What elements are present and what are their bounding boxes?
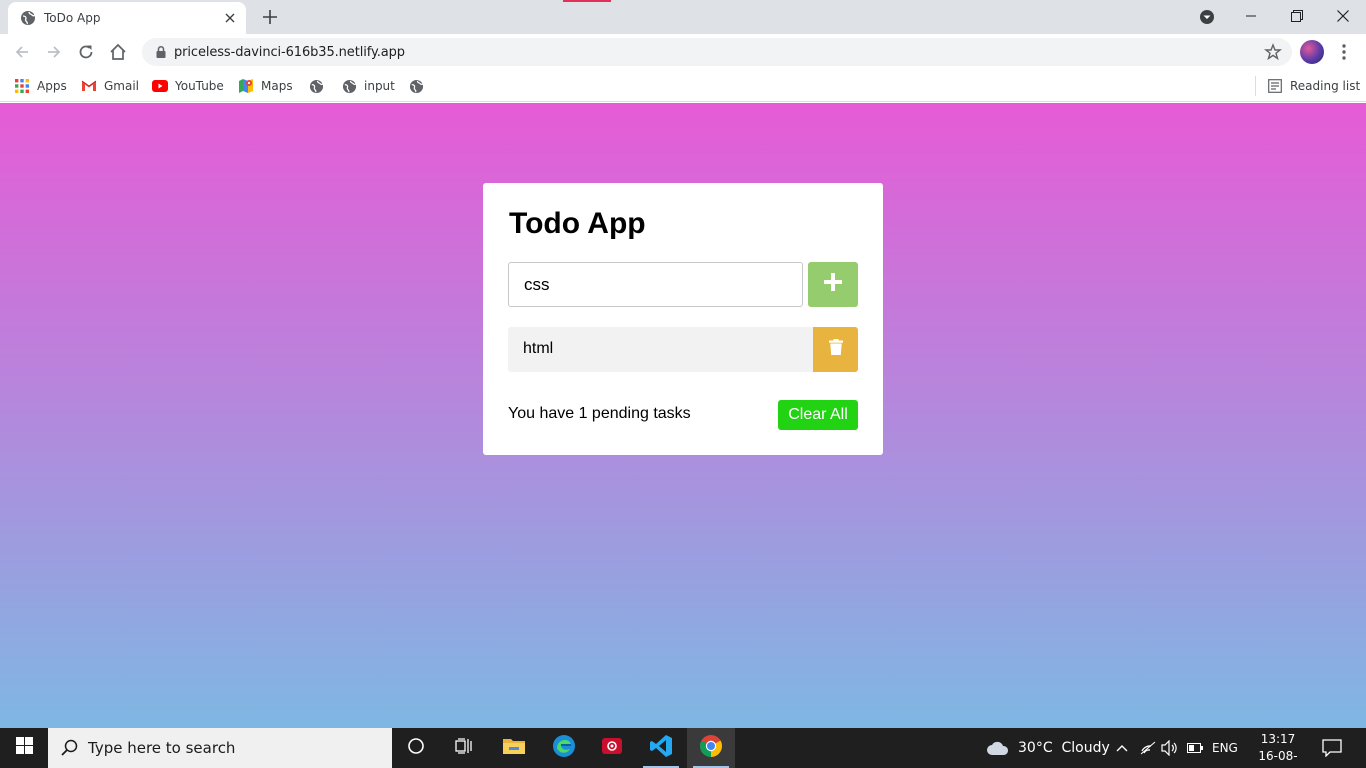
tab-todo-app[interactable]: ToDo App — [8, 2, 246, 34]
minimize-button[interactable] — [1228, 0, 1274, 32]
gmail-icon — [81, 78, 97, 94]
app-title: Todo App — [509, 207, 646, 240]
recorder-icon — [601, 736, 623, 761]
language-indicator[interactable]: ENG — [1212, 728, 1238, 768]
task-view-button[interactable] — [440, 728, 488, 768]
todo-item[interactable]: html — [508, 327, 858, 372]
close-window-button[interactable] — [1320, 0, 1366, 32]
pending-tasks-text: You have 1 pending tasks — [508, 405, 691, 422]
windows-logo-icon — [15, 737, 33, 759]
bookmark-gmail[interactable]: Gmail — [81, 76, 139, 96]
reading-list-icon — [1267, 78, 1283, 94]
todo-item-text: html — [523, 340, 554, 357]
bookmark-globe-2[interactable] — [408, 76, 431, 96]
cortana-icon — [407, 737, 425, 760]
more-menu-icon[interactable] — [1336, 40, 1352, 64]
clock-time: 13:17 — [1260, 732, 1296, 746]
network-status[interactable] — [1139, 728, 1157, 768]
url-text: priceless-davinci-616b35.netlify.app — [174, 45, 405, 60]
address-bar[interactable]: priceless-davinci-616b35.netlify.app — [142, 38, 1292, 66]
task-view-icon — [455, 737, 473, 759]
notification-icon — [1322, 739, 1342, 757]
show-hidden-icons[interactable] — [1116, 728, 1128, 768]
browser-toolbar: priceless-davinci-616b35.netlify.app — [0, 34, 1366, 70]
bookmark-label: input — [364, 79, 395, 93]
globe-icon — [20, 10, 36, 26]
new-tab-button[interactable] — [259, 6, 281, 28]
bookmark-label: Apps — [37, 79, 67, 93]
chevron-up-icon — [1116, 744, 1128, 752]
bookmark-label: YouTube — [175, 79, 224, 93]
notifications-button[interactable] — [1322, 728, 1342, 768]
back-button[interactable] — [10, 40, 34, 64]
reading-list-label: Reading list — [1290, 79, 1361, 93]
bookmark-input[interactable]: input — [341, 76, 395, 96]
chrome-icon — [699, 734, 723, 763]
home-button[interactable] — [106, 40, 130, 64]
todo-card: Todo App html You have 1 pending tasks C… — [483, 183, 883, 455]
wifi-icon — [1139, 741, 1157, 755]
globe-icon — [341, 78, 357, 94]
file-explorer-app[interactable] — [490, 728, 538, 768]
youtube-icon — [152, 78, 168, 94]
bookmark-globe-1[interactable] — [308, 76, 331, 96]
tab-title: ToDo App — [44, 11, 101, 25]
chrome-app[interactable] — [687, 728, 735, 768]
bookmark-label: Maps — [261, 79, 293, 93]
edge-icon — [552, 734, 576, 763]
system-clock[interactable]: 13:17 16-08-2021 — [1250, 731, 1306, 768]
screen-recorder-app[interactable] — [588, 728, 636, 768]
start-button[interactable] — [0, 728, 48, 768]
close-tab-icon[interactable] — [222, 10, 238, 26]
bookmark-maps[interactable]: Maps — [238, 76, 293, 96]
speaker-icon — [1161, 740, 1179, 756]
delete-task-button[interactable] — [813, 327, 858, 372]
vscode-app[interactable] — [637, 728, 685, 768]
weather-widget[interactable]: 30°C Cloudy — [986, 728, 1110, 768]
edge-app[interactable] — [540, 728, 588, 768]
bookmark-youtube[interactable]: YouTube — [152, 76, 224, 96]
maps-icon — [238, 78, 254, 94]
task-input[interactable] — [508, 262, 803, 307]
trash-icon — [828, 339, 843, 360]
clear-all-button[interactable]: Clear All — [778, 400, 858, 430]
lock-icon[interactable] — [154, 45, 168, 59]
search-placeholder: Type here to search — [88, 739, 236, 757]
globe-icon — [408, 78, 424, 94]
bookmark-apps[interactable]: Apps — [14, 76, 67, 96]
forward-button[interactable] — [42, 40, 66, 64]
clock-date: 16-08-2021 — [1258, 749, 1298, 768]
bookmark-label: Gmail — [104, 79, 140, 93]
tab-strip: ToDo App — [0, 0, 1366, 34]
folder-icon — [502, 736, 526, 761]
cortana-button[interactable] — [392, 728, 440, 768]
reload-button[interactable] — [74, 40, 98, 64]
loading-indicator — [563, 0, 611, 2]
page-background: Todo App html You have 1 pending tasks C… — [0, 103, 1366, 728]
battery-status[interactable] — [1187, 728, 1203, 768]
search-icon — [60, 738, 80, 758]
bookmark-star-icon[interactable] — [1264, 43, 1282, 61]
cloud-icon — [986, 740, 1010, 756]
weather-text: 30°C Cloudy — [1018, 740, 1110, 756]
profile-avatar[interactable] — [1300, 40, 1324, 64]
globe-icon — [308, 78, 324, 94]
restore-button[interactable] — [1274, 0, 1320, 32]
plus-icon — [823, 272, 843, 297]
taskbar-search-box[interactable]: Type here to search — [48, 728, 392, 768]
tab-search-icon[interactable] — [1198, 8, 1216, 26]
vscode-icon — [649, 734, 673, 763]
bookmarks-bar: Apps Gmail YouTube Maps input Reading li… — [0, 70, 1366, 102]
taskbar: Type here to search 30°C Cloudy ENG 13:1… — [0, 728, 1366, 768]
volume-control[interactable] — [1161, 728, 1179, 768]
apps-grid-icon — [14, 78, 30, 94]
add-task-button[interactable] — [808, 262, 858, 307]
bookmarks-divider — [1255, 76, 1256, 96]
battery-icon — [1187, 743, 1203, 753]
reading-list-button[interactable]: Reading list — [1267, 76, 1360, 96]
